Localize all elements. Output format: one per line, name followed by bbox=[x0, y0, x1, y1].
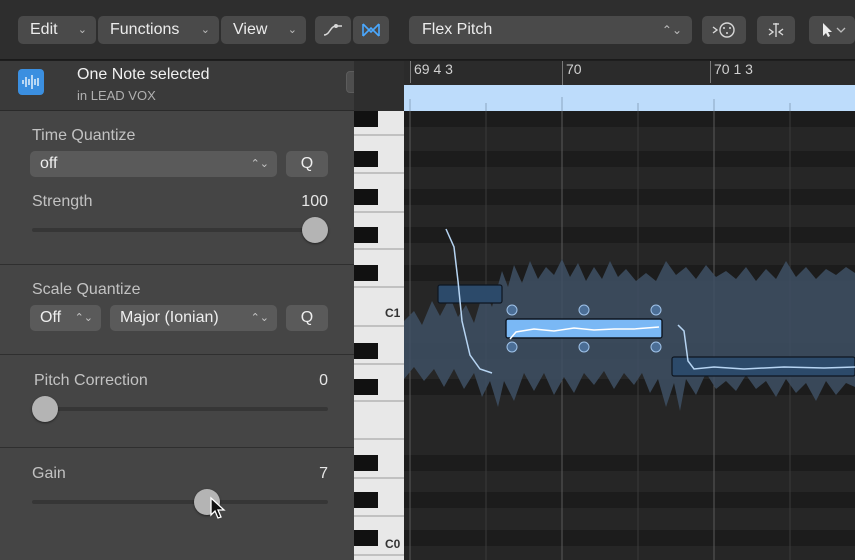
pointer-icon bbox=[823, 23, 846, 37]
chevron-down-icon: ⌄ bbox=[200, 24, 210, 36]
updown-arrows-icon: ⌃⌄ bbox=[661, 23, 682, 37]
selection-title: One Note selected bbox=[77, 66, 210, 83]
ruler-bar-label: 70 bbox=[566, 61, 582, 77]
scale-quantize-mode-value: Off bbox=[40, 309, 62, 326]
selection-header: One Note selected in LEAD VOX bbox=[0, 61, 354, 111]
pointer-tool-button[interactable] bbox=[809, 16, 855, 44]
ruler-bar-label: 70 1 3 bbox=[714, 61, 753, 77]
flex-mode-label: Flex Pitch bbox=[422, 21, 493, 38]
view-menu-button[interactable]: View ⌄ bbox=[221, 16, 306, 44]
ruler-bar-label: 69 4 3 bbox=[414, 61, 453, 77]
key-label-c1: C1 bbox=[385, 306, 401, 320]
flex-pitch-inspector: One Note selected in LEAD VOX Time Quant… bbox=[0, 61, 354, 560]
strength-slider-knob[interactable] bbox=[302, 217, 328, 243]
pitch-correction-section: Pitch Correction 0 bbox=[0, 354, 354, 447]
pitch-editor-canvas bbox=[404, 111, 855, 560]
updown-arrows-icon: ⌃⌄ bbox=[250, 158, 269, 170]
key-label-c0: C0 bbox=[385, 537, 401, 551]
pitch-correction-slider[interactable] bbox=[32, 407, 328, 411]
time-quantize-value: off bbox=[40, 155, 58, 172]
region-ticks bbox=[409, 97, 791, 111]
updown-arrows-icon: ⌃⌄ bbox=[250, 312, 269, 324]
note-handle bbox=[506, 341, 518, 353]
scale-value: Major (Ionian) bbox=[120, 309, 219, 326]
view-menu-label: View bbox=[233, 21, 268, 38]
selection-subtitle: in LEAD VOX bbox=[77, 88, 156, 103]
functions-menu-button[interactable]: Functions ⌄ bbox=[98, 16, 219, 44]
scale-select[interactable]: Major (Ionian) ⌃⌄ bbox=[110, 305, 277, 331]
pitch-correction-label: Pitch Correction bbox=[34, 372, 148, 389]
region-header[interactable] bbox=[404, 85, 855, 111]
edit-menu-label: Edit bbox=[30, 21, 58, 38]
gain-label: Gain bbox=[32, 465, 66, 482]
edit-menu-button[interactable]: Edit ⌄ bbox=[18, 16, 96, 44]
gain-value: 7 bbox=[319, 465, 328, 482]
functions-menu-label: Functions bbox=[110, 21, 180, 38]
curve-icon bbox=[323, 24, 342, 36]
pitch-note bbox=[437, 284, 503, 304]
flex-mode-select[interactable]: Flex Pitch ⌃⌄ bbox=[409, 16, 692, 44]
time-quantize-section: Time Quantize off ⌃⌄ Q Strength 100 bbox=[0, 113, 354, 264]
time-quantize-select[interactable]: off ⌃⌄ bbox=[30, 151, 277, 177]
strength-slider[interactable] bbox=[32, 228, 328, 232]
updown-arrows-icon: ⌃⌄ bbox=[74, 312, 93, 324]
scale-quantize-mode-select[interactable]: Off ⌃⌄ bbox=[30, 305, 101, 331]
pitch-note bbox=[671, 356, 855, 377]
note-handle bbox=[650, 304, 662, 316]
scale-quantize-section: Scale Quantize Off ⌃⌄ Major (Ionian) ⌃⌄ … bbox=[0, 264, 354, 354]
midi-in-button[interactable] bbox=[702, 16, 746, 44]
flex-icon bbox=[362, 23, 380, 37]
note-handle bbox=[578, 341, 590, 353]
snap-icon bbox=[768, 23, 784, 37]
midi-in-icon bbox=[712, 22, 735, 38]
time-quantize-q-button[interactable]: Q bbox=[286, 151, 328, 177]
flex-mode-button[interactable] bbox=[353, 16, 389, 44]
strength-label: Strength bbox=[32, 193, 93, 210]
note-handle bbox=[506, 304, 518, 316]
toolbar: Edit ⌄ Functions ⌄ View ⌄ Flex Pitch ⌃⌄ bbox=[0, 0, 855, 60]
chevron-down-icon: ⌄ bbox=[77, 24, 87, 36]
piano-keyboard[interactable]: C1 C0 bbox=[354, 61, 404, 560]
strength-value: 100 bbox=[301, 193, 328, 210]
note-handle bbox=[578, 304, 590, 316]
automation-curve-button[interactable] bbox=[315, 16, 351, 44]
ruler-tick bbox=[410, 61, 411, 83]
ruler-tick bbox=[710, 61, 711, 83]
mouse-cursor-icon bbox=[210, 496, 226, 519]
scale-quantize-label: Scale Quantize bbox=[32, 281, 141, 298]
time-quantize-label: Time Quantize bbox=[32, 127, 136, 144]
gain-section: Gain 7 bbox=[0, 447, 354, 560]
ruler-tick bbox=[562, 61, 563, 85]
snap-button[interactable] bbox=[757, 16, 795, 44]
audio-waveform-icon bbox=[18, 69, 44, 95]
note-handle bbox=[650, 341, 662, 353]
pitch-correction-slider-knob[interactable] bbox=[32, 396, 58, 422]
pitch-correction-value: 0 bbox=[319, 372, 328, 389]
pitch-editor-grid[interactable] bbox=[404, 111, 855, 560]
chevron-down-icon: ⌄ bbox=[287, 24, 297, 36]
gain-slider[interactable] bbox=[32, 500, 328, 504]
scale-quantize-q-button[interactable]: Q bbox=[286, 305, 328, 331]
